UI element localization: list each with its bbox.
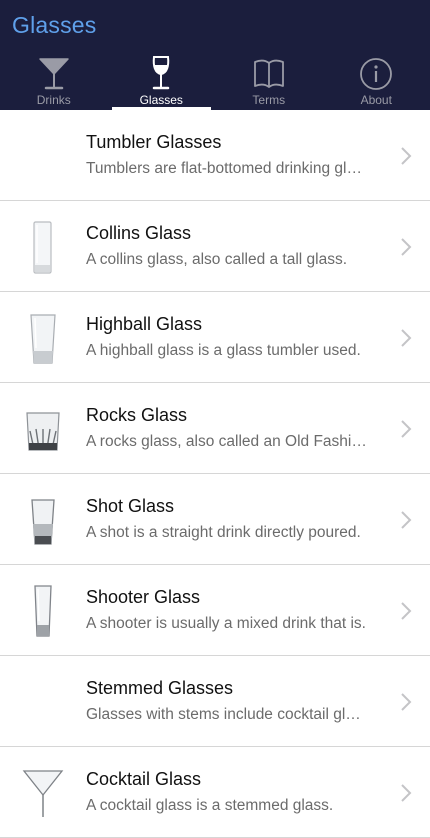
shooter-glass-image	[20, 583, 66, 639]
list-item-shot-glass[interactable]: Shot Glass A shot is a straight drink di…	[0, 474, 430, 565]
chevron-right-icon	[400, 237, 412, 257]
chevron-right-icon	[400, 692, 412, 712]
item-description: A rocks glass, also called an Old Fashio…	[86, 433, 368, 451]
rocks-glass-image	[20, 401, 66, 457]
tab-terms[interactable]: Terms	[215, 50, 323, 110]
item-title: Collins Glass	[86, 223, 191, 244]
cocktail-glass-image	[20, 765, 66, 821]
list-item-cocktail-glass[interactable]: Cocktail Glass A cocktail glass is a ste…	[0, 747, 430, 838]
item-title: Stemmed Glasses	[86, 678, 233, 699]
item-title: Cocktail Glass	[86, 769, 201, 790]
chevron-right-icon	[400, 146, 412, 166]
item-title: Shooter Glass	[86, 587, 200, 608]
tab-bar: Drinks Glasses Terms	[0, 50, 430, 110]
info-icon	[359, 54, 393, 92]
chevron-right-icon	[400, 783, 412, 803]
chevron-right-icon	[400, 328, 412, 348]
item-description: A shooter is usually a mixed drink that …	[86, 615, 368, 633]
tab-glasses[interactable]: Glasses	[108, 50, 216, 110]
tab-about[interactable]: About	[323, 50, 430, 110]
item-description: Tumblers are flat-bottomed drinking glas…	[86, 160, 368, 178]
shot-glass-image	[20, 492, 66, 548]
item-description: A highball glass is a glass tumbler used…	[86, 342, 368, 360]
glasses-list: Tumbler Glasses Tumblers are flat-bottom…	[0, 110, 430, 838]
list-item-collins-glass[interactable]: Collins Glass A collins glass, also call…	[0, 201, 430, 292]
tab-label: Terms	[215, 93, 323, 107]
app-title: Glasses	[12, 12, 96, 39]
book-icon	[252, 54, 286, 92]
item-description: A shot is a straight drink directly pour…	[86, 524, 368, 542]
item-title: Tumbler Glasses	[86, 132, 221, 153]
list-item-tumbler-glasses[interactable]: Tumbler Glasses Tumblers are flat-bottom…	[0, 110, 430, 201]
tab-label: About	[323, 93, 430, 107]
item-description: A collins glass, also called a tall glas…	[86, 251, 368, 269]
collins-glass-image	[20, 219, 66, 275]
tab-label: Drinks	[0, 93, 108, 107]
top-bar: Glasses Drinks Glasses	[0, 0, 430, 110]
wine-glass-icon	[144, 54, 178, 92]
list-item-stemmed-glasses[interactable]: Stemmed Glasses Glasses with stems inclu…	[0, 656, 430, 747]
item-title: Shot Glass	[86, 496, 174, 517]
chevron-right-icon	[400, 419, 412, 439]
chevron-right-icon	[400, 601, 412, 621]
highball-glass-image	[20, 310, 66, 366]
tab-drinks[interactable]: Drinks	[0, 50, 108, 110]
item-description: Glasses with stems include cocktail glas…	[86, 706, 368, 724]
chevron-right-icon	[400, 510, 412, 530]
list-item-rocks-glass[interactable]: Rocks Glass A rocks glass, also called a…	[0, 383, 430, 474]
item-title: Highball Glass	[86, 314, 202, 335]
item-title: Rocks Glass	[86, 405, 187, 426]
list-item-shooter-glass[interactable]: Shooter Glass A shooter is usually a mix…	[0, 565, 430, 656]
tab-label: Glasses	[108, 93, 216, 107]
cocktail-glass-icon	[37, 54, 71, 92]
list-item-highball-glass[interactable]: Highball Glass A highball glass is a gla…	[0, 292, 430, 383]
